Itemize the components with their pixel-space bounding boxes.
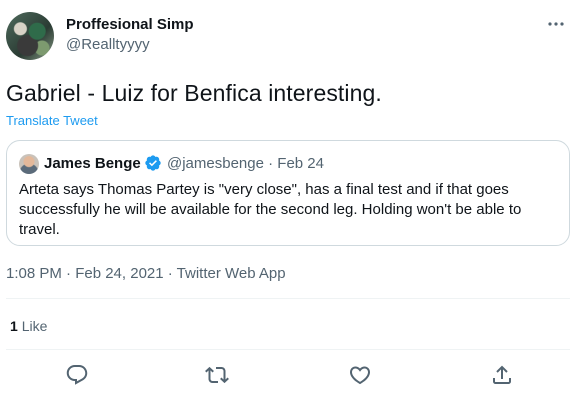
tweet-detail: Proffesional Simp @Realltyyyy Gabriel - … bbox=[0, 0, 580, 405]
quoted-author-name: James Benge bbox=[44, 155, 141, 172]
like-count-value: 1 bbox=[10, 318, 18, 334]
divider bbox=[6, 298, 570, 299]
reply-icon bbox=[66, 365, 88, 385]
tweet-timestamp[interactable]: 1:08 PM · Feb 24, 2021 · Twitter Web App bbox=[6, 265, 286, 282]
retweet-icon bbox=[205, 366, 229, 384]
share-icon bbox=[493, 365, 511, 384]
more-icon[interactable] bbox=[544, 12, 568, 36]
retweet-button[interactable] bbox=[205, 363, 229, 387]
quoted-tweet-text: Arteta says Thomas Partey is "very close… bbox=[19, 181, 522, 238]
likes-count[interactable]: 1 Like bbox=[10, 318, 47, 334]
quoted-author-avatar bbox=[19, 154, 39, 174]
author-handle[interactable]: @Realltyyyy bbox=[66, 36, 150, 53]
author-avatar[interactable] bbox=[6, 12, 54, 60]
quoted-author-handle-date: @jamesbenge · Feb 24 bbox=[167, 155, 324, 172]
share-button[interactable] bbox=[490, 363, 514, 387]
tweet-text: Gabriel - Luiz for Benfica interesting. bbox=[6, 80, 382, 106]
author-display-name[interactable]: Proffesional Simp bbox=[66, 16, 194, 33]
translate-tweet-link[interactable]: Translate Tweet bbox=[6, 113, 98, 128]
reply-button[interactable] bbox=[65, 363, 89, 387]
quoted-tweet[interactable]: James Benge @jamesbenge · Feb 24 Arteta … bbox=[6, 140, 570, 246]
verified-icon bbox=[144, 154, 162, 172]
like-button[interactable] bbox=[348, 363, 372, 387]
like-icon bbox=[349, 366, 371, 385]
divider bbox=[6, 349, 570, 350]
like-label: Like bbox=[21, 318, 48, 334]
